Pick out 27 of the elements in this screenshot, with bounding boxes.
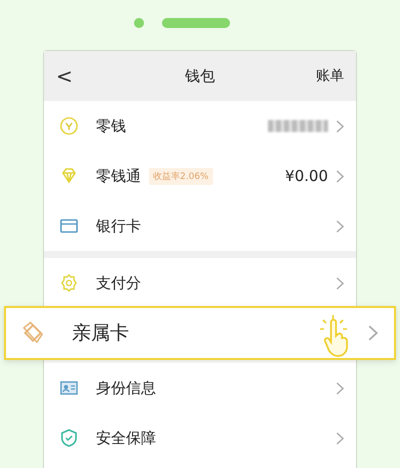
shield-icon [59,428,79,448]
menu-item[interactable]: 亲属卡 [4,306,396,360]
screen-title: 钱包 [184,66,216,86]
balance-value: ¥0.00 [285,167,328,185]
badge-icon [59,273,79,293]
item-label: 零钱通 [96,166,141,186]
back-button[interactable]: < [56,64,116,88]
chevron-right-icon [336,382,344,394]
rate-tag: 收益率2.06% [149,168,213,184]
camera-dot [134,18,144,28]
speaker-bar [162,18,230,28]
chevron-right-icon [336,170,344,182]
chevron-right-icon [336,120,344,132]
item-label: 银行卡 [96,216,141,236]
chevron-right-icon [368,325,378,341]
coin-icon [59,116,79,136]
item-label: 安全保障 [96,428,156,448]
diamond-icon [59,166,79,186]
item-label: 零钱 [96,116,126,136]
card-icon [59,216,79,236]
bills-link[interactable]: 账单 [284,67,344,85]
chevron-right-icon [336,220,344,232]
item-label: 支付分 [96,274,141,292]
item-label: 身份信息 [96,378,156,398]
item-label: 亲属卡 [72,321,129,346]
chevron-right-icon [336,276,344,290]
chevron-right-icon [336,432,344,444]
